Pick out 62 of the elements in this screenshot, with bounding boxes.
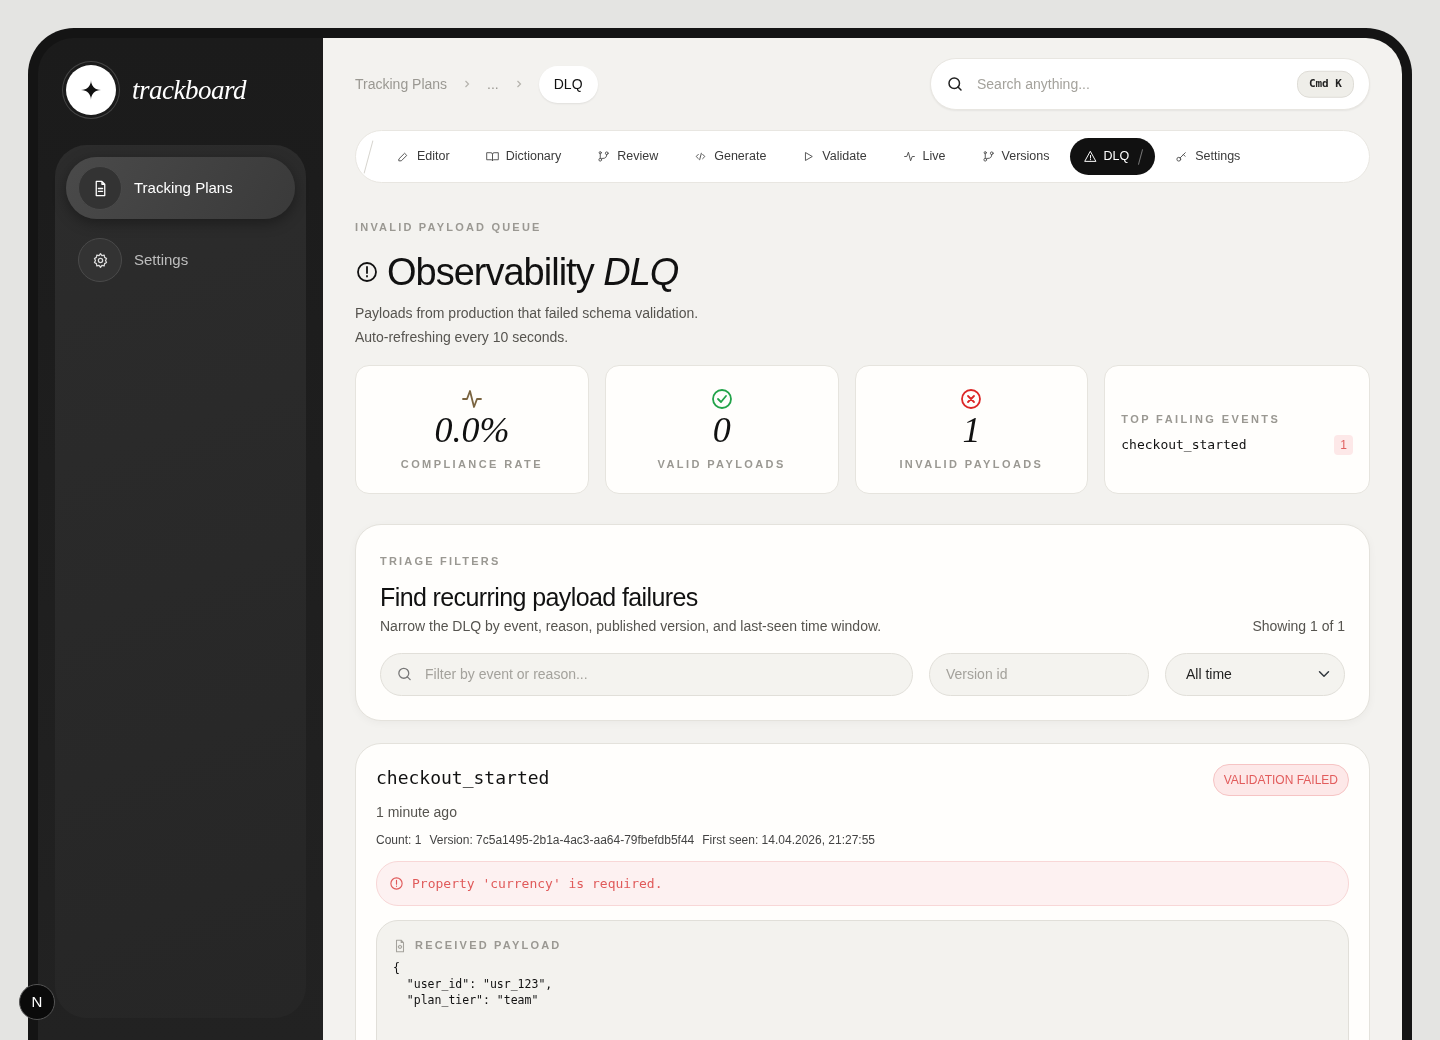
tab[interactable]: Versions [965,138,1066,175]
eyebrow-label: INVALID PAYLOAD QUEUE [355,220,543,235]
meta-text: Count: 1 [376,831,422,849]
pulse-icon [902,150,916,163]
brand-name: trackboard [132,73,246,107]
timestamp-text: 1 minute ago [376,802,458,822]
breadcrumb-link[interactable]: DLQ [538,65,598,103]
sidebar-item[interactable]: Settings [66,229,295,291]
payload-code-text: { "user_id": "usr_123", "plan_tier": "team" [393,959,554,1008]
play-icon [802,150,816,163]
event-name: checkout_started [376,765,550,790]
stat-value: 0 [712,410,731,451]
result-count: Showing 1 of 1 [1252,616,1345,636]
meta-text: Version: 7c5a1495-2b1a-4ac3-aa64-79fbefdb5f44 [429,831,695,849]
eyebrow-label: TRIAGE FILTERS [380,554,502,570]
meta-text: First seen: 14.04.2026, 21:27:55 [702,831,876,849]
filter-field[interactable]: Filter by event or reason... [380,652,913,696]
file-icon [393,938,407,953]
check-circle-icon [709,386,734,411]
settings-icon [91,251,109,269]
payload-label: RECEIVED PAYLOAD [415,938,562,954]
description-text: Narrow the DLQ by event, reason, published version, and last-seen time window. [380,616,882,636]
search-icon [396,665,413,683]
chevron-icon [463,80,472,88]
code-icon [694,150,708,163]
tab[interactable]: Generate [678,138,783,175]
description-text: Payloads from production that failed schema validation. [355,304,700,324]
tab[interactable]: DLQ [1069,138,1156,175]
stat-value: 0.0% [434,410,510,451]
pencil-icon [397,150,410,163]
tab[interactable]: Live [886,138,962,175]
tab[interactable]: Editor [381,138,466,175]
section-title: Find recurring payload failures [380,581,699,612]
stat-label: COMPLIANCE RATE [400,457,543,473]
warning-icon [1083,150,1097,163]
sidebar-item[interactable]: Tracking Plans [66,157,295,219]
status-badge: VALIDATION FAILED [1212,763,1349,796]
stat-value: 1 [962,410,981,451]
alert-icon [389,876,404,892]
book-icon [485,150,499,163]
dev-indicator-button[interactable]: N [19,984,55,1020]
chevron-icon [514,80,523,88]
stat-label: VALID PAYLOADS [657,457,786,473]
time-range-select[interactable]: All time [1165,652,1345,696]
alert-icon [355,260,379,285]
key-icon [1175,150,1189,163]
tab[interactable]: Validate [786,138,883,175]
description-text: Auto-refreshing every 10 seconds. [355,328,570,348]
tab[interactable]: Review [581,138,675,175]
version-field[interactable]: Version id [929,652,1149,696]
page-title: Observability DLQ [387,251,679,294]
tab[interactable]: Dictionary [469,138,578,175]
count-badge: 1 [1334,435,1353,456]
card-title: TOP FAILING EVENTS [1121,411,1282,427]
search-icon [946,75,964,93]
event-name: checkout_started [1121,436,1247,455]
error-circle-icon [959,386,984,411]
branch-icon [597,150,611,163]
stat-label: INVALID PAYLOADS [899,457,1044,473]
error-message: Property 'currency' is required. [412,874,663,893]
tab[interactable]: Settings [1159,138,1257,175]
branch-icon [981,150,995,163]
